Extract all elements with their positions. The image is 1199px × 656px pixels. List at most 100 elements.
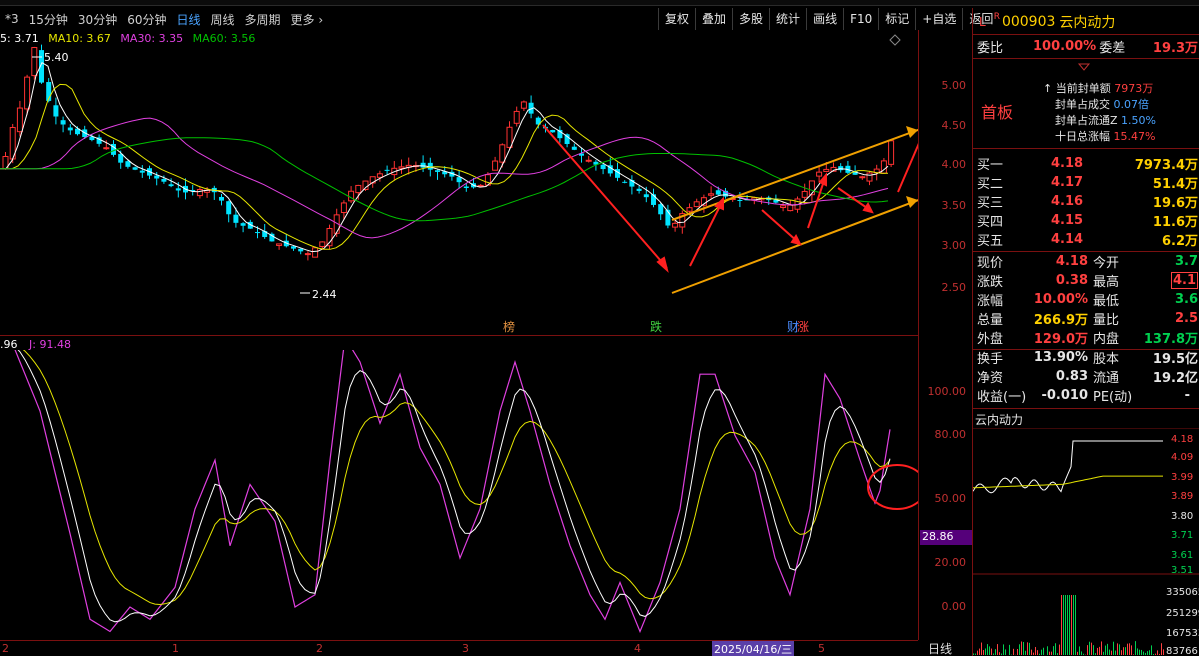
volume-bar (1153, 654, 1154, 655)
price-tick-3.50: 3.50 (941, 199, 967, 212)
volume-bar (1101, 641, 1102, 655)
fund-label: 换手 (977, 352, 1004, 367)
intraday-average-line (973, 475, 1163, 489)
quote-label: 外盘 (977, 332, 1004, 347)
candle-body (622, 181, 628, 183)
kdj-j-line (14, 350, 891, 634)
bid-row-3: 买三 4.16 19.6万 (973, 192, 1199, 211)
mini-price-tick: 3.89 (1171, 491, 1193, 502)
f10-button[interactable]: F10 (843, 8, 878, 30)
quote-value: 4.1 (1170, 272, 1198, 289)
candle-body (737, 200, 743, 202)
channel-lower-arrowhead (906, 196, 918, 208)
bid-label: 买一 (977, 158, 1004, 173)
candle-body (435, 170, 440, 172)
quote-row-price: 现价 4.18 今开 3.7 (973, 252, 1199, 271)
candle-body (16, 107, 23, 133)
volume-bar (993, 653, 994, 655)
fund-value: 0.83 (1055, 369, 1088, 384)
sep (973, 408, 1199, 409)
period-item-60min[interactable]: 60分钟 (122, 11, 171, 28)
volume-bar (1055, 643, 1056, 655)
period-item-weekly[interactable]: 周线 (206, 11, 240, 28)
candle-body (571, 146, 577, 150)
draw-line-button[interactable]: 画线 (806, 8, 843, 30)
event-tag-die: 跌 (650, 319, 662, 334)
candlestick-chart[interactable]: 5.40 2.44 榜 跌 财 涨 (0, 30, 918, 335)
volume-bar (1005, 649, 1006, 655)
period-item-more[interactable]: 更多 › (286, 11, 329, 28)
candle-body (715, 190, 721, 195)
candle-body (384, 169, 390, 171)
candle-body (585, 159, 592, 162)
candle-body (60, 120, 66, 125)
intraday-price-line (973, 440, 1163, 494)
sep (973, 58, 1199, 59)
volume-bar (1161, 643, 1162, 655)
volume-bar (1057, 653, 1058, 655)
bid-volume: 19.6万 (1152, 196, 1198, 211)
collapse-arrow-icon[interactable] (1077, 60, 1091, 71)
candle-body (196, 189, 203, 197)
fund-value: - (1184, 388, 1190, 403)
volume-bar (1003, 644, 1004, 655)
period-item-daily[interactable]: 日线 (171, 11, 205, 28)
volume-bar (1115, 650, 1116, 655)
candle-body (298, 248, 304, 252)
volume-bar (997, 644, 998, 655)
flag-l: L (979, 14, 986, 29)
volume-bar (1123, 647, 1124, 655)
fund-label: 收益(一) (977, 390, 1027, 405)
volume-bar (983, 649, 984, 655)
candle-body (708, 193, 715, 196)
period-item-0[interactable]: *3 (0, 12, 24, 26)
chart-toolbar: 复权 叠加 多股 统计 画线 F10 标记 +自选 返回 (658, 8, 993, 32)
fund-row-eps: 收益(一) -0.010 PE(动) - (973, 386, 1199, 405)
multi-stock-button[interactable]: 多股 (732, 8, 769, 30)
add-watchlist-button[interactable]: +自选 (915, 8, 962, 30)
volume-bar (987, 644, 988, 655)
candle-body (103, 147, 110, 150)
price-axis: 5.00 4.50 4.00 3.50 3.00 2.50 100.00 80.… (918, 30, 972, 640)
intraday-mini-chart[interactable]: 4.18 4.09 3.99 3.89 3.80 3.71 3.61 3.51 … (973, 428, 1199, 656)
stock-code: 000903 (1001, 13, 1056, 30)
volume-bar (1001, 653, 1002, 655)
period-item-multi[interactable]: 多周期 (240, 11, 286, 28)
low-price-label: 2.44 (312, 288, 337, 301)
candle-body (823, 168, 830, 172)
overlay-button[interactable]: 叠加 (695, 8, 732, 30)
quote-label: 现价 (977, 256, 1004, 271)
volume-bar (1083, 653, 1084, 655)
period-item-15min[interactable]: 15分钟 (24, 11, 73, 28)
stats-button[interactable]: 统计 (769, 8, 806, 30)
volume-bar (1097, 647, 1098, 655)
quote-label: 最低 (1093, 294, 1120, 309)
candle-body (463, 186, 469, 189)
volume-bar (1159, 653, 1160, 655)
volume-bar (1069, 595, 1070, 655)
daily-toggle-button[interactable]: 日线 (928, 640, 952, 656)
candle-body (24, 76, 31, 110)
candle-body (348, 190, 355, 202)
period-item-30min[interactable]: 30分钟 (73, 11, 122, 28)
mini-price-tick: 4.09 (1171, 452, 1193, 463)
mark-button[interactable]: 标记 (878, 8, 915, 30)
volume-bar (1105, 645, 1106, 655)
quote-value: 4.18 (1055, 254, 1088, 269)
volume-bar (1071, 595, 1072, 655)
volume-bar (1027, 642, 1028, 655)
x-tick-2: 2 (316, 642, 323, 655)
adjust-button[interactable]: 复权 (658, 8, 695, 30)
kdj-chart[interactable] (0, 350, 918, 640)
candle-body (477, 184, 484, 187)
volume-bar (1087, 645, 1088, 655)
price-tick-4.50: 4.50 (941, 119, 967, 132)
volume-bar (1041, 649, 1042, 655)
high-price-label: 5.40 (44, 51, 69, 64)
sep (973, 34, 1199, 35)
bid-price: 4.14 (1051, 232, 1084, 247)
volume-bar (1081, 651, 1082, 655)
volume-bar (1125, 647, 1126, 655)
volume-bar (1127, 643, 1128, 655)
candle-body (276, 243, 283, 246)
